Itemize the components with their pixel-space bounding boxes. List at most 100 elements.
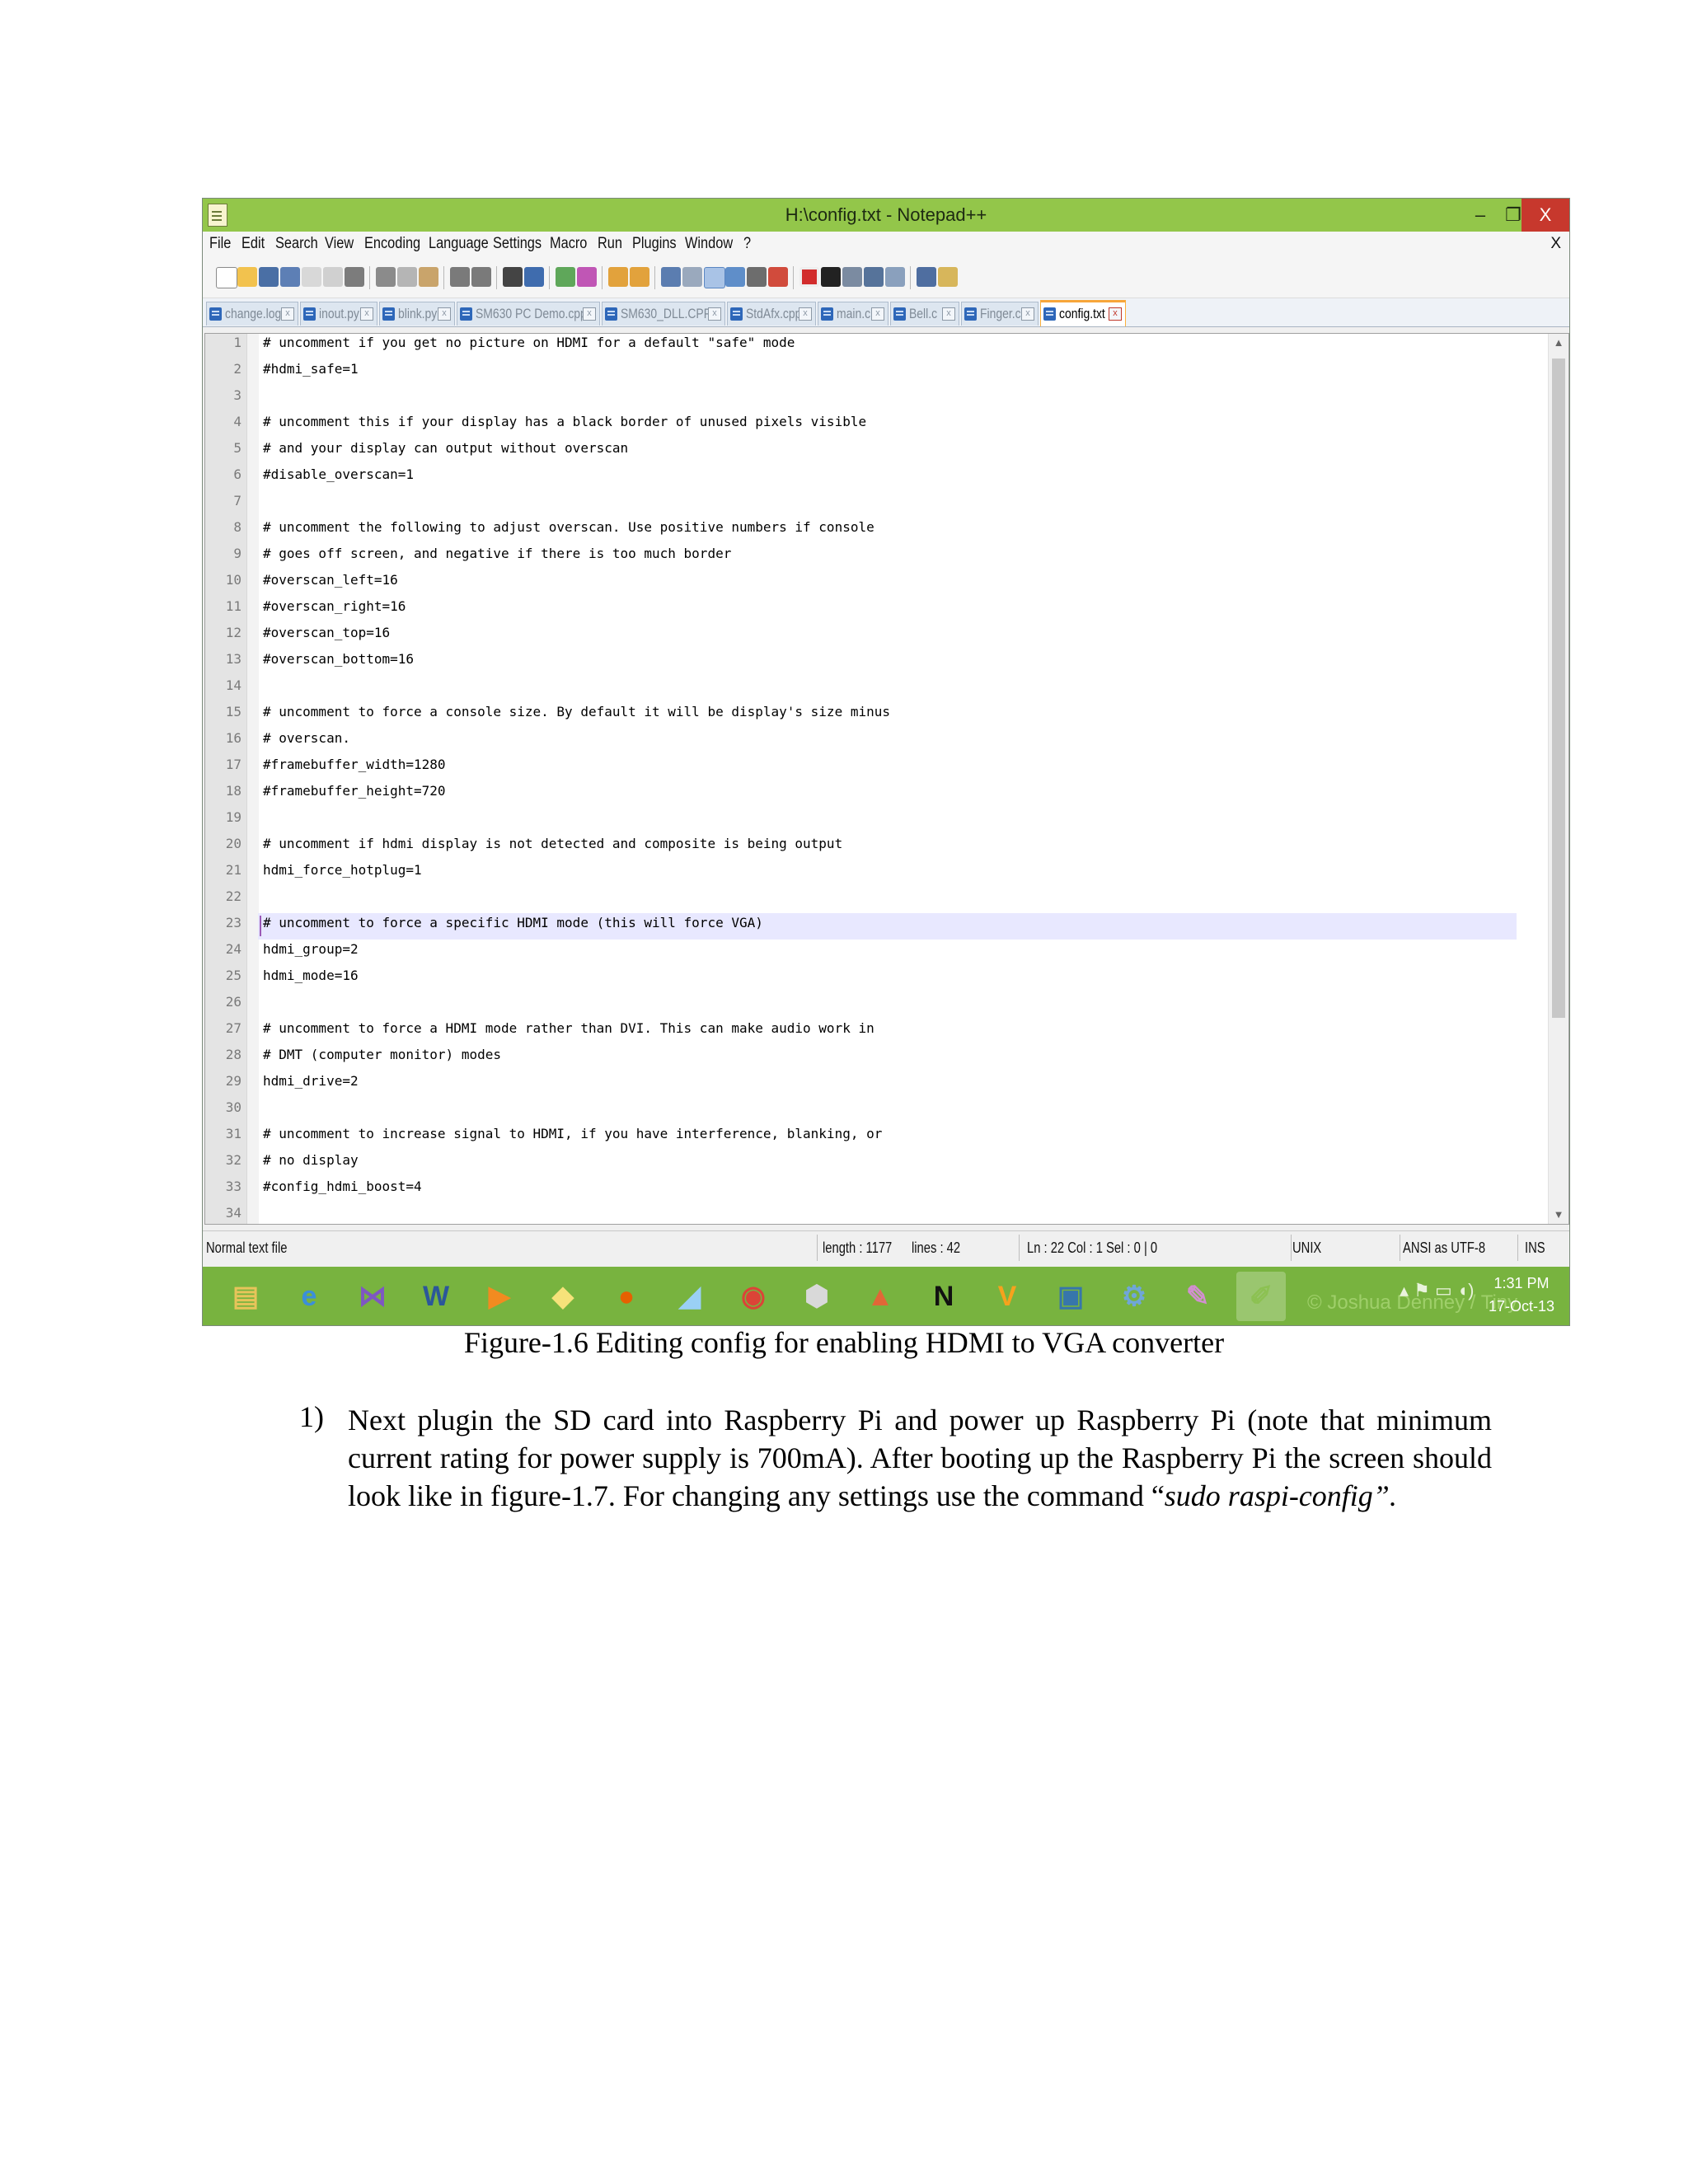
taskbar-matlab-icon[interactable]: ▲ bbox=[856, 1272, 905, 1321]
taskbar-word-icon[interactable]: W bbox=[411, 1272, 461, 1321]
tab-close-icon[interactable]: x bbox=[799, 307, 812, 321]
tab-stdafx[interactable]: StdAfx.cpp x bbox=[727, 302, 816, 326]
taskbar-sticky-notes-icon[interactable]: ◆ bbox=[538, 1272, 588, 1321]
paste-icon[interactable] bbox=[419, 267, 438, 287]
code-line[interactable]: hdmi_force_hotplug=1 bbox=[263, 857, 422, 883]
zoom-in-icon[interactable] bbox=[556, 267, 575, 287]
code-line[interactable]: # uncomment this if your display has a b… bbox=[263, 409, 866, 435]
code-line[interactable]: # uncomment to increase signal to HDMI, … bbox=[263, 1121, 882, 1147]
zoom-out-icon[interactable] bbox=[577, 267, 597, 287]
tab-config-txt[interactable]: config.txt x bbox=[1040, 300, 1126, 326]
tab-finger-c[interactable]: Finger.c x bbox=[961, 302, 1039, 326]
tab-inout-py[interactable]: inout.py x bbox=[300, 302, 377, 326]
tab-close-icon[interactable]: x bbox=[281, 307, 294, 321]
taskbar-installer-icon[interactable]: ⚙ bbox=[1109, 1272, 1159, 1321]
tab-main-c[interactable]: main.c x bbox=[818, 302, 889, 326]
tab-close-icon[interactable]: x bbox=[942, 307, 955, 321]
taskbar-vlc-like-icon[interactable]: V bbox=[982, 1272, 1032, 1321]
menu-plugins[interactable]: Plugins bbox=[632, 232, 677, 256]
taskbar-media-player-icon[interactable]: ▶ bbox=[475, 1272, 524, 1321]
code-line[interactable]: #overscan_top=16 bbox=[263, 620, 390, 646]
taskbar-python-icon[interactable]: ▣ bbox=[1046, 1272, 1095, 1321]
record-macro-icon[interactable] bbox=[799, 267, 819, 287]
open-file-icon[interactable] bbox=[237, 267, 257, 287]
redo-icon[interactable] bbox=[471, 267, 491, 287]
close-button[interactable]: X bbox=[1522, 199, 1569, 232]
scroll-up-icon[interactable]: ▲ bbox=[1549, 334, 1568, 352]
tab-sm630-pc-demo[interactable]: SM630 PC Demo.cpp x bbox=[457, 302, 600, 326]
tab-close-icon[interactable]: x bbox=[438, 307, 451, 321]
taskbar-virtualbox-icon[interactable]: ⬢ bbox=[792, 1272, 842, 1321]
copy-icon[interactable] bbox=[397, 267, 417, 287]
tab-close-icon[interactable]: x bbox=[1109, 307, 1122, 321]
replace-icon[interactable] bbox=[524, 267, 544, 287]
word-wrap-icon[interactable] bbox=[661, 267, 681, 287]
code-line[interactable]: #framebuffer_width=1280 bbox=[263, 752, 446, 778]
save-all-icon[interactable] bbox=[280, 267, 300, 287]
code-line[interactable]: # no display bbox=[263, 1147, 359, 1174]
code-line[interactable]: hdmi_group=2 bbox=[263, 936, 359, 963]
save-icon[interactable] bbox=[259, 267, 279, 287]
clock-date[interactable]: 17-Oct-13 bbox=[1480, 1298, 1563, 1315]
show-all-chars-icon[interactable] bbox=[682, 267, 702, 287]
save-macro-icon[interactable] bbox=[885, 267, 905, 287]
code-line[interactable]: #framebuffer_height=720 bbox=[263, 778, 446, 804]
taskbar-need-for-speed-icon[interactable]: N bbox=[919, 1272, 968, 1321]
doc-map-icon[interactable] bbox=[725, 267, 745, 287]
code-line[interactable]: # DMT (computer monitor) modes bbox=[263, 1042, 501, 1068]
plugin-icon[interactable] bbox=[938, 267, 958, 287]
menu-macro[interactable]: Macro bbox=[550, 232, 587, 256]
code-line[interactable]: # uncomment to force a console size. By … bbox=[263, 699, 890, 725]
taskbar-internet-explorer-icon[interactable]: e bbox=[284, 1272, 334, 1321]
scroll-down-icon[interactable]: ▼ bbox=[1549, 1206, 1568, 1224]
tab-change-log[interactable]: change.log x bbox=[206, 302, 298, 326]
sync-vertical-icon[interactable] bbox=[608, 267, 628, 287]
tab-close-icon[interactable]: x bbox=[1021, 307, 1034, 321]
play-macro-icon[interactable] bbox=[842, 267, 862, 287]
menu-search[interactable]: Search bbox=[275, 232, 318, 256]
tab-blink-py[interactable]: blink.py x bbox=[379, 302, 455, 326]
code-line[interactable]: # overscan. bbox=[263, 725, 350, 752]
ds-plugin-icon[interactable] bbox=[917, 267, 936, 287]
menu-help[interactable]: ? bbox=[743, 232, 751, 256]
undo-icon[interactable] bbox=[450, 267, 470, 287]
minimize-button[interactable]: – bbox=[1464, 199, 1497, 232]
tab-close-icon[interactable]: x bbox=[871, 307, 884, 321]
find-icon[interactable] bbox=[503, 267, 523, 287]
code-line[interactable]: #disable_overscan=1 bbox=[263, 462, 414, 488]
clock-time[interactable]: 1:31 PM bbox=[1480, 1275, 1563, 1292]
code-line[interactable]: # uncomment if hdmi display is not detec… bbox=[263, 831, 842, 857]
taskbar-chrome-icon[interactable]: ◉ bbox=[729, 1272, 778, 1321]
code-line[interactable]: # uncomment to force a specific HDMI mod… bbox=[263, 910, 763, 936]
menu-edit[interactable]: Edit bbox=[241, 232, 265, 256]
taskbar-notepad-plus-plus-icon[interactable]: ✐ bbox=[1236, 1272, 1286, 1321]
cut-icon[interactable] bbox=[376, 267, 396, 287]
menu-run[interactable]: Run bbox=[598, 232, 622, 256]
menu-encoding[interactable]: Encoding bbox=[364, 232, 420, 256]
code-line[interactable]: # uncomment to force a HDMI mode rather … bbox=[263, 1015, 874, 1042]
run-macro-multiple-icon[interactable] bbox=[864, 267, 884, 287]
tab-bell-c[interactable]: Bell.c x bbox=[890, 302, 959, 326]
new-file-icon[interactable] bbox=[216, 267, 237, 288]
menu-settings[interactable]: Settings bbox=[493, 232, 542, 256]
taskbar-notes-app-icon[interactable]: ◢ bbox=[665, 1272, 715, 1321]
code-line[interactable]: #overscan_bottom=16 bbox=[263, 646, 414, 673]
text-editor[interactable]: 1 # uncomment if you get no picture on HD… bbox=[204, 333, 1569, 1225]
code-line[interactable]: #overscan_left=16 bbox=[263, 567, 398, 593]
close-file-icon[interactable] bbox=[302, 267, 321, 287]
scroll-thumb[interactable] bbox=[1552, 359, 1565, 1018]
system-tray-icons[interactable]: ▴ ⚑ ▭ ◖) bbox=[1400, 1280, 1475, 1301]
taskbar-paint-icon[interactable]: ✎ bbox=[1173, 1272, 1222, 1321]
code-line[interactable]: hdmi_drive=2 bbox=[263, 1068, 359, 1094]
code-line[interactable]: # uncomment if you get no picture on HDM… bbox=[263, 334, 795, 356]
document-close-button[interactable]: X bbox=[1550, 232, 1561, 256]
menu-file[interactable]: File bbox=[209, 232, 231, 256]
menu-window[interactable]: Window bbox=[685, 232, 733, 256]
stop-macro-icon[interactable] bbox=[821, 267, 841, 287]
code-line[interactable]: # and your display can output without ov… bbox=[263, 435, 628, 462]
taskbar-file-explorer-icon[interactable]: ▤ bbox=[221, 1272, 270, 1321]
tab-close-icon[interactable]: x bbox=[360, 307, 373, 321]
code-line[interactable]: # goes off screen, and negative if there… bbox=[263, 541, 731, 567]
taskbar-firefox-icon[interactable]: ● bbox=[602, 1272, 651, 1321]
sync-horizontal-icon[interactable] bbox=[630, 267, 649, 287]
